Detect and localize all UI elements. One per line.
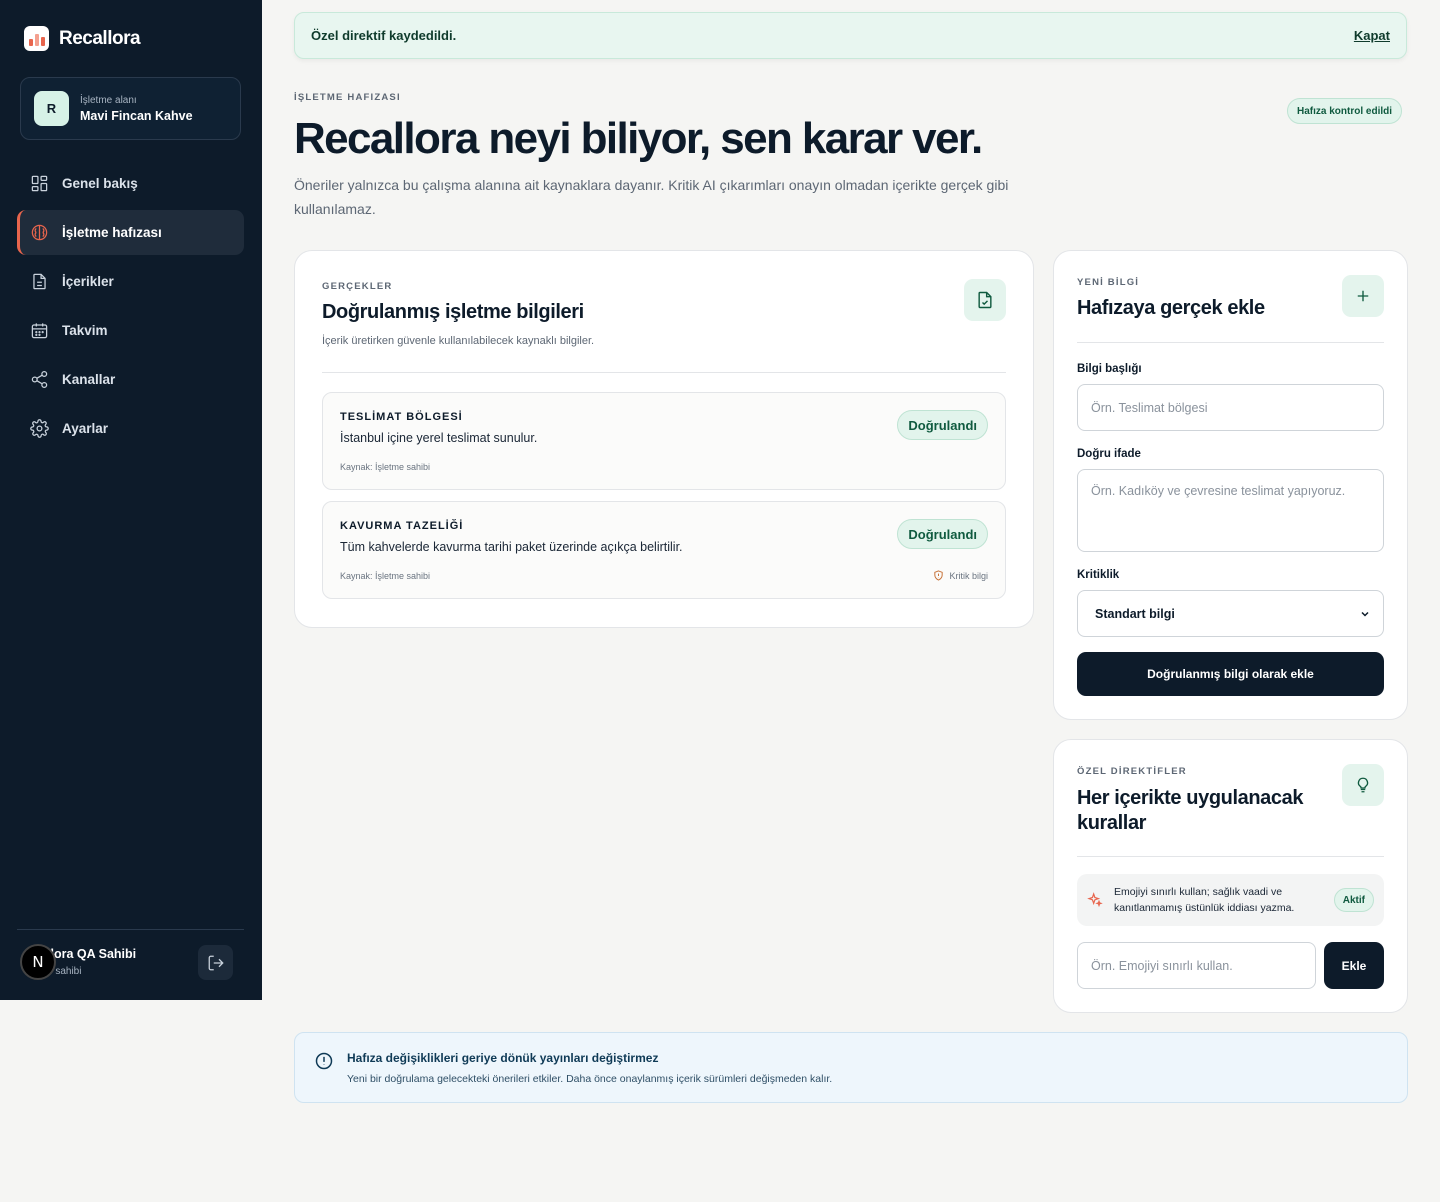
page-title: Recallora neyi biliyor, sen karar ver.: [294, 114, 983, 163]
criticality-value: Standart bilgi: [1095, 606, 1175, 621]
toast-message: Özel direktif kaydedildi.: [311, 28, 457, 43]
avatar[interactable]: N: [20, 944, 56, 980]
sidebar-item-label: Ayarlar: [62, 421, 109, 436]
facts-subtitle: İçerik üretirken güvenle kullanılabilece…: [322, 335, 595, 347]
sidebar-item-label: Takvim: [62, 323, 108, 338]
toast-close-button[interactable]: Kapat: [1354, 28, 1390, 43]
workspace-name: Mavi Fincan Kahve: [80, 108, 193, 123]
criticality-label: Kritiklik: [1077, 569, 1120, 581]
fact-source: Kaynak: İşletme sahibi: [340, 571, 431, 581]
sidebar-item-label: Kanallar: [62, 372, 116, 387]
list-item: TESLİMAT BÖLGESİ İstanbul içine yerel te…: [322, 392, 1006, 490]
chevron-down-icon: [1361, 611, 1369, 617]
directives-card: ÖZEL DİREKTİFLER Her içerikte uygulanaca…: [1053, 739, 1408, 1013]
info-banner: Hafıza değişiklikleri geriye dönük yayın…: [294, 1032, 1408, 1103]
directive-input[interactable]: [1077, 942, 1316, 989]
user-profile: N llora QA Sahibi p sahibi: [20, 944, 234, 982]
directives-title: Her içerikte uygulanacak kurallar: [1077, 787, 1304, 834]
sidebar-item-calendar[interactable]: Takvim: [17, 308, 244, 353]
divider: [1077, 342, 1384, 343]
list-item: Emojiyi sınırlı kullan; sağlık vaadi ve …: [1077, 874, 1384, 926]
critical-indicator: Kritik bilgi: [933, 570, 988, 581]
info-title: Hafıza değişiklikleri geriye dönük yayın…: [347, 1051, 659, 1065]
fact-source: Kaynak: İşletme sahibi: [340, 462, 431, 472]
workspace-switcher[interactable]: R İşletme alanı Mavi Fincan Kahve: [20, 77, 241, 140]
statement-label: Doğru ifade: [1077, 448, 1141, 460]
page-description: Öneriler yalnızca bu çalışma alanına ait…: [294, 177, 1009, 217]
add-verified-fact-button[interactable]: Doğrulanmış bilgi olarak ekle: [1077, 652, 1384, 696]
success-toast: Özel direktif kaydedildi. Kapat: [294, 12, 1407, 59]
info-text: Yeni bir doğrulama gelecekteki önerileri…: [347, 1073, 833, 1085]
directive-text: Emojiyi sınırlı kullan; sağlık vaadi ve …: [1114, 886, 1295, 914]
fact-statement-input[interactable]: [1077, 469, 1384, 552]
verified-badge: Doğrulandı: [897, 410, 988, 440]
workspace-label: İşletme alanı: [80, 94, 137, 106]
fact-label: TESLİMAT BÖLGESİ: [340, 411, 463, 423]
sparkle-icon: [1087, 892, 1103, 908]
sidebar-item-label: İşletme hafızası: [62, 225, 162, 240]
add-fact-title: Hafızaya gerçek ekle: [1077, 297, 1265, 319]
plus-icon[interactable]: [1342, 275, 1384, 317]
fact-text: Tüm kahvelerde kavurma tarihi paket üzer…: [340, 540, 683, 554]
info-icon: [315, 1052, 333, 1070]
sidebar-item-label: İçerikler: [62, 274, 114, 289]
verified-badge: Doğrulandı: [897, 519, 988, 549]
document-icon: [33, 273, 46, 290]
file-check-icon: [964, 279, 1006, 321]
fact-label: KAVURMA TAZELİĞİ: [340, 520, 464, 532]
calendar-icon: [31, 323, 48, 339]
facts-eyebrow: GERÇEKLER: [322, 281, 393, 292]
status-badge[interactable]: Aktif: [1333, 888, 1374, 912]
shield-icon: [934, 570, 944, 581]
facts-title: Doğrulanmış işletme bilgileri: [322, 301, 584, 323]
fact-title-input[interactable]: [1077, 384, 1384, 431]
sidebar-item-contents[interactable]: İçerikler: [17, 259, 244, 304]
divider: [322, 372, 1006, 373]
workspace-avatar: R: [34, 91, 69, 126]
add-fact-eyebrow: YENİ BİLGİ: [1077, 277, 1140, 288]
logout-button[interactable]: [198, 945, 233, 980]
sidebar-item-business-memory[interactable]: İşletme hafızası: [17, 210, 244, 255]
sidebar-item-settings[interactable]: Ayarlar: [17, 406, 244, 451]
sidebar-item-channels[interactable]: Kanallar: [17, 357, 244, 402]
lightbulb-icon: [1342, 764, 1384, 806]
sidebar: Recallora R İşletme alanı Mavi Fincan Ka…: [0, 0, 262, 1000]
page-eyebrow: İŞLETME HAFIZASI: [294, 92, 401, 103]
sidebar-item-overview[interactable]: Genel bakış: [17, 161, 244, 206]
directives-eyebrow: ÖZEL DİREKTİFLER: [1077, 766, 1187, 777]
title-label: Bilgi başlığı: [1077, 363, 1142, 375]
sidebar-divider: [17, 929, 244, 930]
list-item: KAVURMA TAZELİĞİ Tüm kahvelerde kavurma …: [322, 501, 1006, 599]
share-icon: [31, 370, 48, 389]
criticality-select[interactable]: Standart bilgi: [1077, 590, 1384, 637]
divider: [1077, 856, 1384, 857]
gear-icon: [30, 419, 49, 438]
add-directive-button[interactable]: Ekle: [1324, 942, 1384, 989]
brand-logo-icon: [24, 26, 49, 51]
sidebar-nav: Genel bakış İşletme hafızası İçerikler T…: [17, 161, 244, 455]
status-badge: Hafıza kontrol edildi: [1287, 98, 1403, 124]
user-name: llora QA Sahibi: [47, 947, 137, 961]
verified-facts-card: GERÇEKLER Doğrulanmış işletme bilgileri …: [294, 250, 1034, 628]
brand-name: Recallora: [59, 27, 141, 49]
sidebar-item-label: Genel bakış: [62, 176, 138, 191]
logout-icon: [208, 955, 224, 970]
critical-label: Kritik bilgi: [949, 570, 988, 581]
fact-text: İstanbul içine yerel teslimat sunulur.: [340, 431, 538, 445]
brain-icon: [31, 224, 48, 241]
add-fact-card: YENİ BİLGİ Hafızaya gerçek ekle Bilgi ba…: [1053, 250, 1408, 720]
brand[interactable]: Recallora: [24, 26, 141, 51]
grid-icon: [31, 175, 48, 192]
